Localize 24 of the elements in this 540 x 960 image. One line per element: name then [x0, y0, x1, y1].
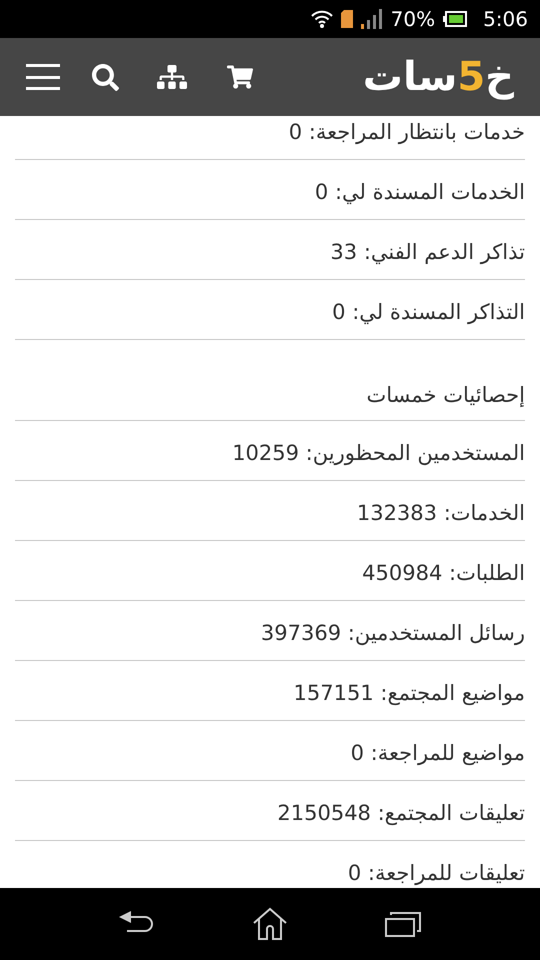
menu-icon[interactable]: [26, 64, 60, 90]
recent-apps-icon[interactable]: [385, 911, 422, 937]
sitemap-icon[interactable]: [157, 62, 187, 92]
stat-row: الخدمات: 132383: [15, 481, 525, 541]
home-icon[interactable]: [252, 907, 288, 941]
section-title: إحصائيات خمسات: [15, 361, 525, 421]
stat-row: رسائل المستخدمين: 397369: [15, 601, 525, 661]
stat-row: مواضيع المجتمع: 157151: [15, 661, 525, 721]
battery-icon: [443, 11, 468, 27]
clock-time: 5:06: [483, 6, 528, 33]
stat-row: الطلبات: 450984: [15, 541, 525, 601]
battery-percent: 70%: [390, 6, 436, 33]
stat-row: تذاكر الدعم الفني: 33: [15, 220, 525, 280]
stat-row: التذاكر المسندة لي: 0: [15, 280, 525, 340]
sim-card-icon: [340, 10, 353, 28]
stat-row: الخدمات المسندة لي: 0: [15, 160, 525, 220]
signal-icon: [360, 9, 383, 29]
search-icon[interactable]: [92, 64, 119, 90]
cart-icon[interactable]: [227, 64, 253, 90]
wifi-icon: [310, 9, 333, 29]
stat-row: تعليقات المجتمع: 2150548: [15, 781, 525, 841]
stat-row: المستخدمين المحظورين: 10259: [15, 421, 525, 481]
stat-row: خدمات بانتظار المراجعة: 0: [15, 116, 525, 160]
stat-row: مواضيع للمراجعة: 0: [15, 721, 525, 781]
